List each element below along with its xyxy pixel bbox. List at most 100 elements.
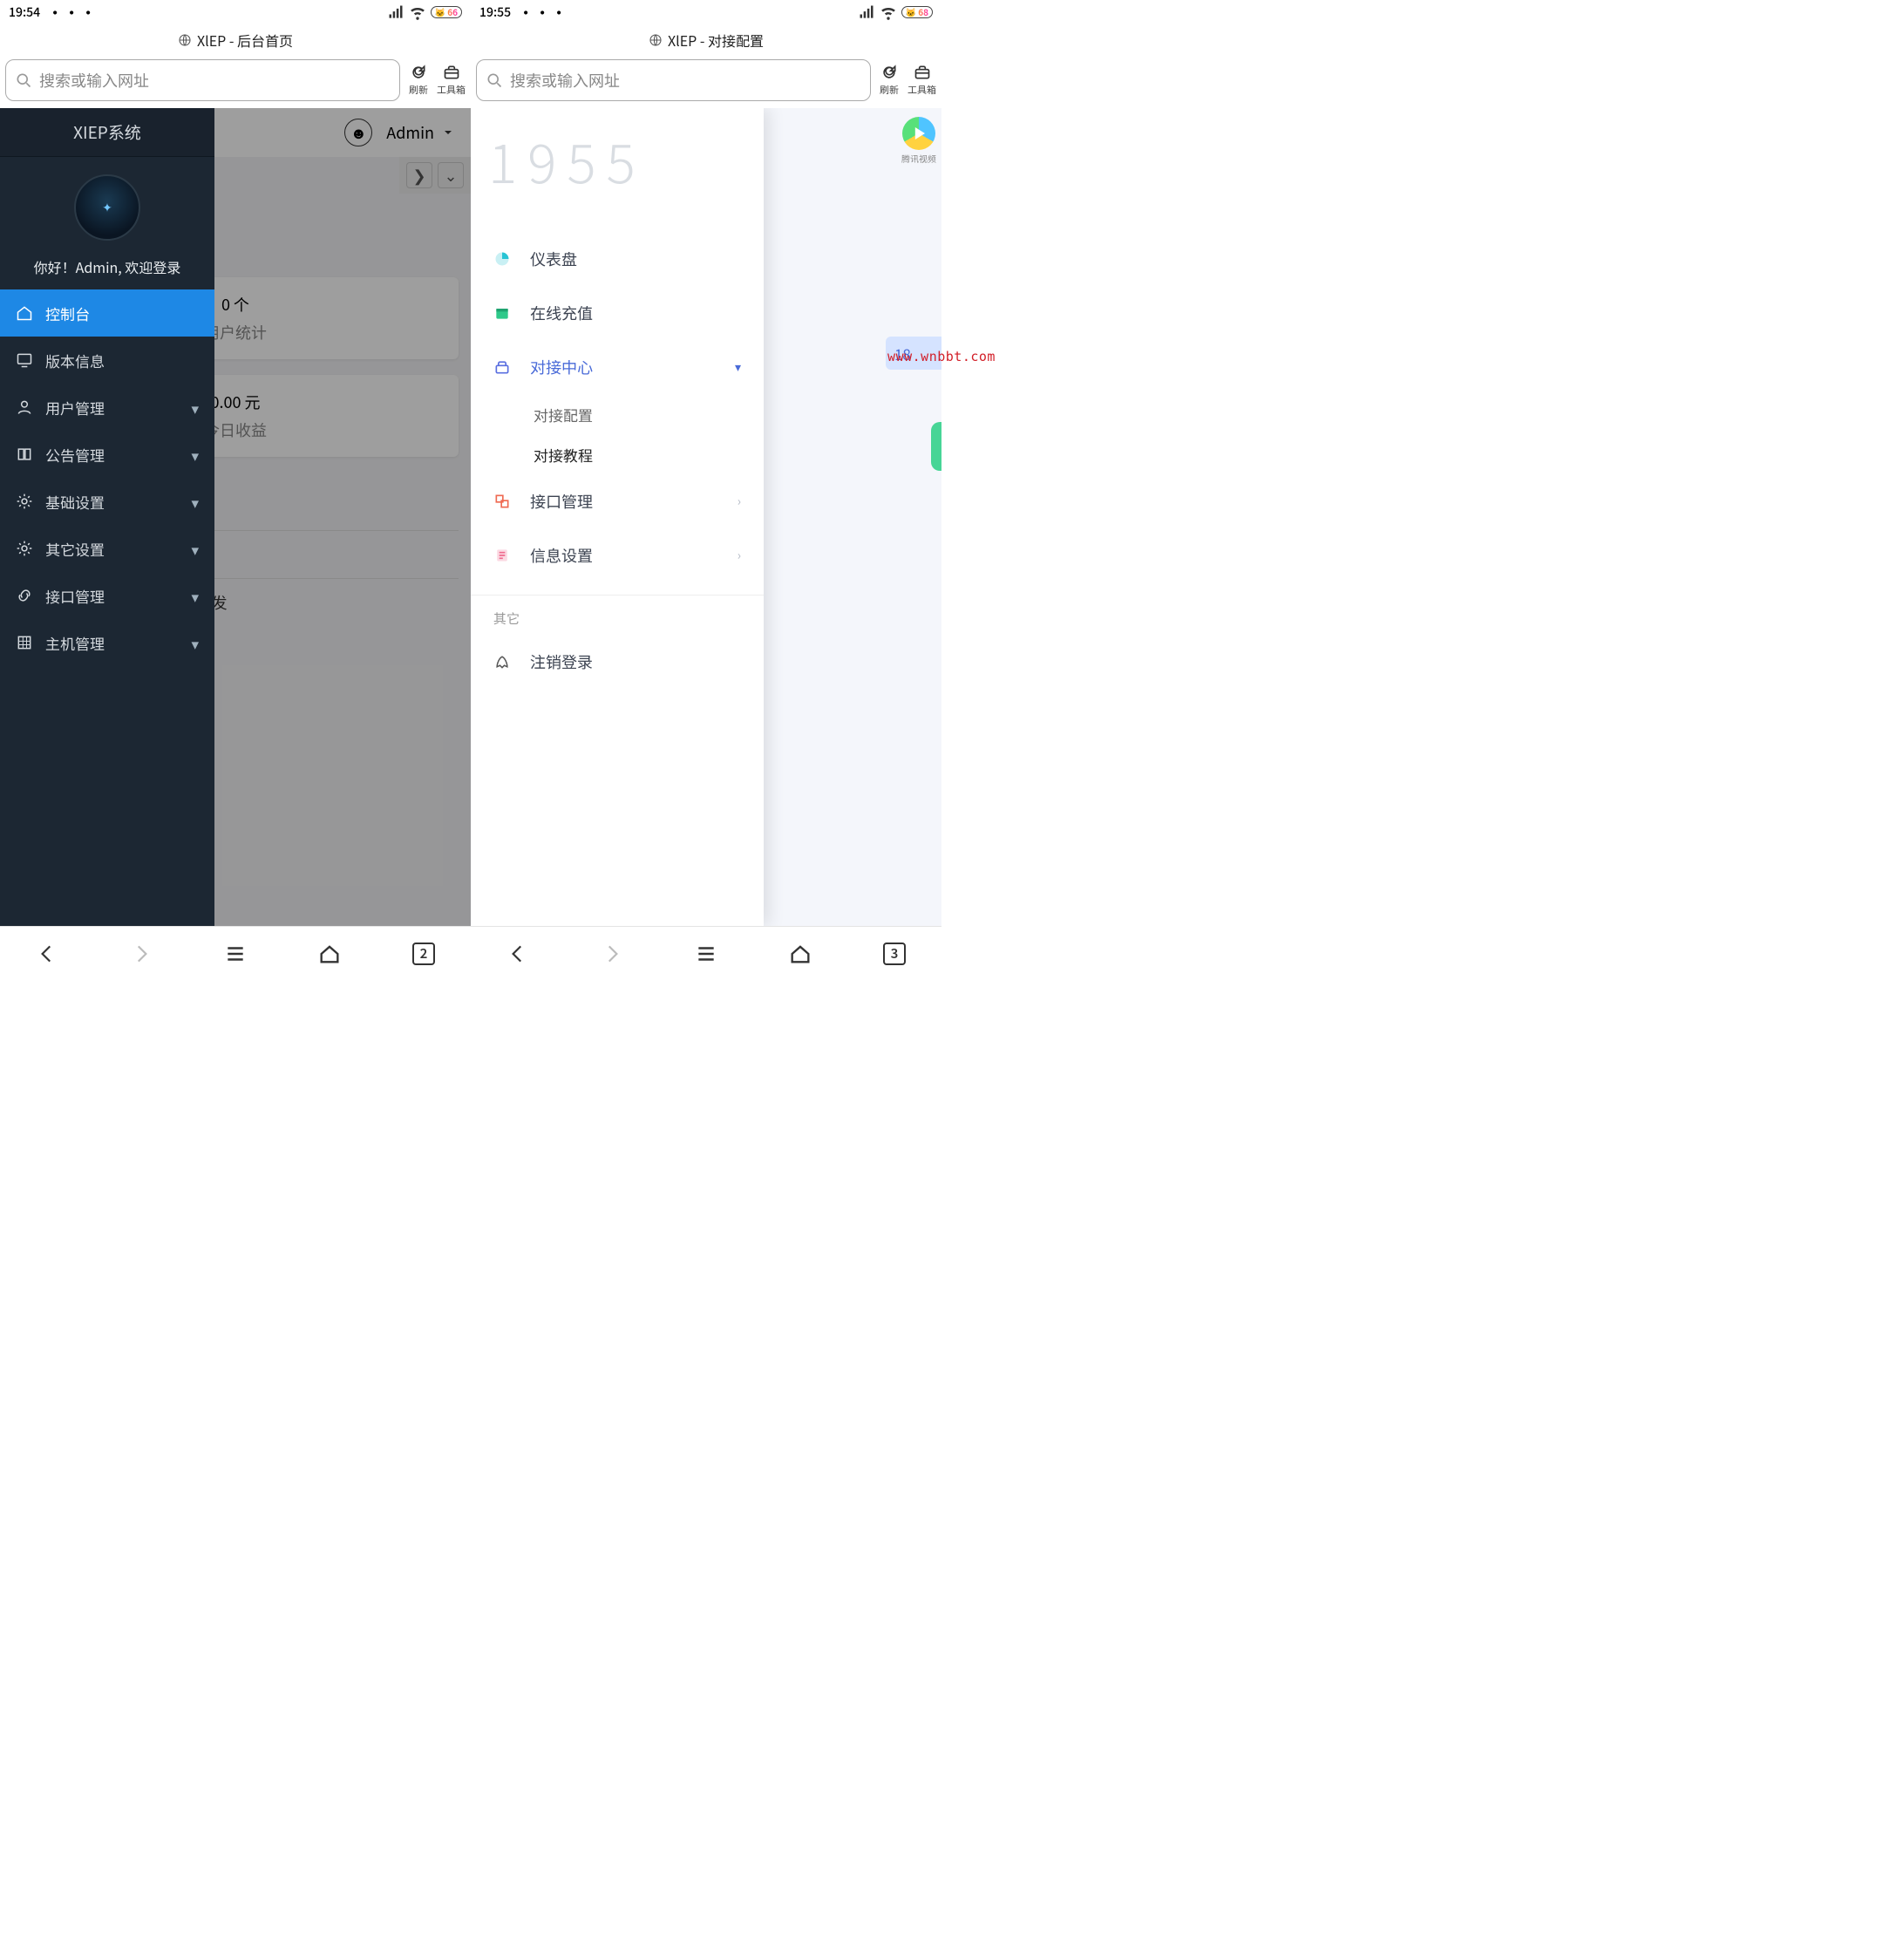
tencent-video-badge[interactable]: 腾讯视频 [901, 117, 936, 165]
browser-bar: 搜索或输入网址 刷新 工具箱 [0, 56, 471, 108]
chevron-right-icon [130, 943, 153, 965]
search-icon [486, 71, 503, 89]
signal-icon [387, 3, 404, 21]
wifi-icon [409, 3, 426, 21]
chevron-right-icon [601, 943, 623, 965]
toolbox-icon [443, 64, 460, 81]
browser-page-title: XlEP - 对接配置 [471, 24, 942, 56]
chevron-left-icon [36, 943, 58, 965]
chevron-down-icon: ▾ [191, 444, 199, 466]
drawer-item-label: 用户管理 [45, 397, 105, 419]
screen-right: 19:55 ••• 🐱68 XlEP - 对接配置 搜索或输入网址 刷新 工具箱 [471, 0, 942, 980]
panel-menu: 仪表盘在线充值对接中心 ▾ 对接配置对接教程接口管理 › 信息设置› [471, 232, 764, 582]
chevron-down-icon: ▾ [191, 585, 199, 607]
home-icon [16, 304, 33, 322]
browser-toolbox-button[interactable]: 工具箱 [437, 64, 466, 97]
menu-item-label: 信息设置 [530, 544, 593, 567]
nav-home-button[interactable] [782, 936, 819, 972]
toolbox-icon [914, 64, 931, 81]
chevron-down-icon: ▾ [191, 632, 199, 654]
content-area-right: 腾讯视频 18 1955 仪表盘在线充值对接中心 ▾ 对接配置对接教程接口管理 › 信息… [471, 108, 942, 926]
submenu-item[interactable]: 对接教程 [471, 434, 764, 474]
drawer-title: XIEP系统 [0, 108, 214, 157]
battery-indicator: 🐱66 [431, 6, 462, 18]
bottom-nav: 2 [0, 926, 471, 980]
chevron-down-icon: ▾ [735, 358, 741, 376]
drawer-item-label: 公告管理 [45, 444, 105, 466]
chevron-left-icon [506, 943, 529, 965]
gear-icon [16, 493, 33, 510]
menu-item-label: 对接中心 [530, 356, 593, 378]
browser-refresh-button[interactable]: 刷新 [880, 64, 899, 97]
section-header: 其它 [471, 595, 764, 635]
drawer-item-label: 控制台 [45, 303, 90, 324]
chevron-down-icon: ▾ [191, 538, 199, 560]
url-input[interactable]: 搜索或输入网址 [5, 59, 400, 101]
menu-icon [493, 493, 511, 510]
signal-icon [858, 3, 875, 21]
nav-tabs-button[interactable]: 3 [876, 936, 913, 972]
submenu-item[interactable]: 对接配置 [471, 394, 764, 434]
drawer-avatar[interactable] [74, 174, 140, 241]
menu-icon [224, 943, 247, 965]
drawer-item-label: 接口管理 [45, 585, 105, 607]
grid-icon [16, 634, 33, 651]
menu-icon [493, 358, 511, 376]
menu-item[interactable]: 仪表盘 [471, 232, 764, 286]
info-banner[interactable]: 18 [886, 337, 942, 370]
drawer-item-home[interactable]: 控制台 [0, 289, 214, 337]
globe-icon [649, 33, 663, 47]
drawer-item-link[interactable]: 接口管理 ▾ [0, 572, 214, 619]
side-drawer: XIEP系统 你好！Admin, 欢迎登录 控制台版本信息用户管理▾公告管理▾基… [0, 108, 214, 926]
nav-forward-button[interactable] [123, 936, 160, 972]
menu-icon [493, 250, 511, 268]
chevron-down-icon: ▾ [191, 491, 199, 513]
browser-toolbox-button[interactable]: 工具箱 [908, 64, 936, 97]
nav-menu-button[interactable] [217, 936, 254, 972]
chevron-right-icon: › [738, 493, 741, 510]
status-more-icon: ••• [518, 1, 568, 24]
drawer-item-label: 基础设置 [45, 491, 105, 513]
rocket-icon [493, 653, 511, 670]
nav-home-button[interactable] [311, 936, 348, 972]
monitor-icon [16, 351, 33, 369]
status-bar: 19:54 ••• 🐱66 [0, 0, 471, 24]
menu-item-logout[interactable]: 注销登录 [471, 635, 764, 689]
menu-item-label: 在线充值 [530, 302, 593, 324]
drawer-item-gear[interactable]: 基础设置 ▾ [0, 478, 214, 525]
browser-bar: 搜索或输入网址 刷新 工具箱 [471, 56, 942, 108]
nav-tabs-button[interactable]: 2 [405, 936, 442, 972]
chevron-down-icon: ▾ [191, 397, 199, 419]
menu-item[interactable]: 接口管理 › [471, 474, 764, 528]
nav-back-button[interactable] [29, 936, 65, 972]
drawer-menu: 控制台版本信息用户管理▾公告管理▾基础设置▾其它设置▾接口管理▾主机管理▾ [0, 289, 214, 666]
action-button-edge[interactable] [931, 422, 942, 471]
menu-item[interactable]: 信息设置› [471, 528, 764, 582]
globe-icon [178, 33, 192, 47]
tab-count: 2 [412, 943, 435, 965]
clock-display: 1955 [471, 120, 764, 199]
nav-back-button[interactable] [500, 936, 536, 972]
url-input[interactable]: 搜索或输入网址 [476, 59, 871, 101]
user-icon [16, 398, 33, 416]
side-panel: 1955 仪表盘在线充值对接中心 ▾ 对接配置对接教程接口管理 › 信息设置› 其它 注… [471, 108, 764, 926]
drawer-item-gear[interactable]: 其它设置▾ [0, 525, 214, 572]
menu-item-label: 仪表盘 [530, 248, 577, 270]
content-area-left: ☻ Admin ❯ ⌄ dmin 23664179 0 个 用户统计 0.00 … [0, 108, 471, 926]
menu-item-label: 接口管理 [530, 490, 593, 513]
welcome-text: 你好！Admin, 欢迎登录 [34, 256, 181, 277]
drawer-item-user[interactable]: 用户管理 ▾ [0, 384, 214, 431]
drawer-item-grid[interactable]: 主机管理 ▾ [0, 619, 214, 666]
status-time: 19:55 [479, 3, 511, 21]
drawer-item-monitor[interactable]: 版本信息 [0, 337, 214, 384]
status-more-icon: ••• [47, 1, 97, 24]
drawer-item-book[interactable]: 公告管理 ▾ [0, 431, 214, 478]
menu-item[interactable]: 在线充值 [471, 286, 764, 340]
menu-icon [695, 943, 717, 965]
nav-menu-button[interactable] [688, 936, 724, 972]
nav-forward-button[interactable] [594, 936, 630, 972]
browser-refresh-button[interactable]: 刷新 [409, 64, 428, 97]
battery-indicator: 🐱68 [901, 6, 933, 18]
menu-item[interactable]: 对接中心 ▾ [471, 340, 764, 394]
drawer-item-label: 主机管理 [45, 632, 105, 654]
